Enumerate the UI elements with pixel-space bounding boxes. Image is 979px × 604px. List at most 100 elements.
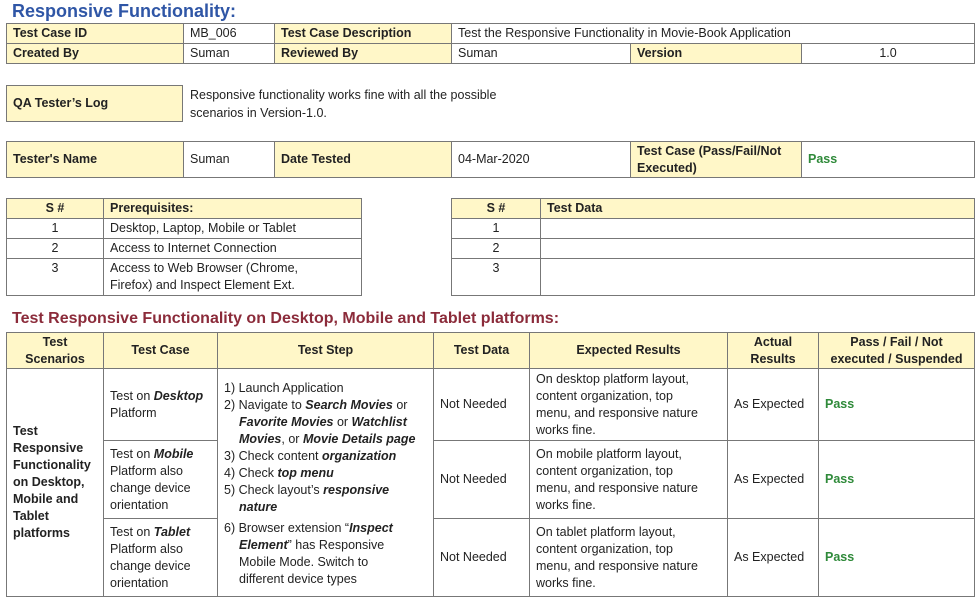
qa-log-label: QA Tester’s Log (6, 85, 183, 122)
test-step-cell: 1) Launch Application 2) Navigate to Sea… (217, 368, 434, 597)
col-test-step-header: Test Step (217, 332, 434, 369)
tester-table: Tester's Name Suman Date Tested 04-Mar-2… (6, 141, 975, 178)
step-line: Mobile Mode. Switch to (239, 554, 369, 569)
step-emph: top menu (277, 465, 334, 480)
step-emph: Element (239, 537, 288, 552)
test-data-value (540, 218, 975, 239)
expected-line: works fine. (536, 422, 596, 437)
test-case-text: Test on (110, 524, 154, 539)
section-title: Test Responsive Functionality on Desktop… (12, 310, 560, 327)
header-line: Results (750, 351, 796, 366)
created-by-label: Created By (6, 43, 184, 64)
test-data-sn: 3 (451, 258, 541, 296)
status-cell: Pass (818, 440, 975, 519)
expected-line: content organization, top (536, 388, 673, 403)
expected-line: On mobile platform layout, (536, 446, 682, 461)
step-emph: Watchlist (351, 414, 407, 429)
test-data-sn: 2 (451, 238, 541, 259)
qa-log-text: Responsive functionality works fine with… (190, 86, 496, 122)
qa-log-line-1: Responsive functionality works fine with… (190, 88, 497, 102)
result-value: Pass (801, 141, 975, 178)
col-test-case-header: Test Case (103, 332, 218, 369)
scenario-line: Responsive (13, 441, 84, 455)
prereq-item: Desktop, Laptop, Mobile or Tablet (103, 218, 362, 239)
step-emph: Movie Details page (302, 431, 416, 446)
expected-line: works fine. (536, 575, 596, 590)
col-actual-header: Actual Results (727, 332, 819, 369)
step-line: Movies, or Movie Details page (224, 431, 427, 448)
actual-cell: As Expected (727, 368, 819, 441)
expected-cell: On mobile platform layout, content organ… (529, 440, 728, 519)
expected-line: menu, and responsive nature (536, 405, 698, 420)
step-text: , or (281, 431, 303, 446)
test-case-cell: Test on Tablet Platform also change devi… (103, 518, 218, 597)
step-text: ” has Responsive (287, 537, 385, 552)
test-case-cell: Test on Mobile Platform also change devi… (103, 440, 218, 519)
status-cell: Pass (818, 368, 975, 441)
tester-name-value: Suman (183, 141, 275, 178)
table-row: Test on Tablet Platform also change devi… (7, 518, 975, 597)
scenario-cell: Test Responsive Functionality on Desktop… (6, 368, 104, 597)
step-emph: Movies (239, 431, 282, 446)
step-line: nature (224, 499, 427, 516)
table-row: Test Responsive Functionality on Desktop… (6, 368, 975, 597)
test-data-name-header: Test Data (540, 198, 975, 219)
step-text: 5) Check layout’s (224, 482, 324, 497)
expected-line: works fine. (536, 497, 596, 512)
step-line: different device types (239, 571, 357, 586)
expected-line: On tablet platform layout, (536, 524, 676, 539)
actual-cell: As Expected (727, 518, 819, 597)
step-text: 2) Navigate to (224, 397, 306, 412)
expected-line: menu, and responsive nature (536, 558, 698, 573)
test-case-text: change device (110, 558, 191, 573)
col-expected-header: Expected Results (529, 332, 728, 369)
page-title: Responsive Functionality: (12, 1, 237, 21)
prereq-item: Access to Internet Connection (103, 238, 362, 259)
test-data-value (540, 258, 975, 296)
test-case-cell: Test on Desktop Platform (103, 368, 218, 441)
actual-cell: As Expected (727, 440, 819, 519)
test-data-value (540, 238, 975, 259)
step-text: 4) Check (224, 465, 278, 480)
step-line: 5) Check layout’s responsive (224, 482, 427, 499)
prereq-item-line-1: Access to Web Browser (Chrome, (110, 261, 299, 275)
scenario-line: on Desktop, (13, 475, 85, 489)
prereq-item-line-2: Firefox) and Inspect Element Ext. (110, 278, 295, 292)
result-label: Test Case (Pass/Fail/Not Executed) (630, 141, 802, 178)
test-steps-table: Test Scenarios Test Case Test Step Test … (6, 332, 975, 597)
header-line: executed / Suspended (830, 351, 963, 366)
step-line: 6) Browser extension “Inspect (224, 520, 427, 537)
scenario-line: Tablet (13, 509, 49, 523)
col-test-data-header: Test Data (433, 332, 530, 369)
test-case-text: change device (110, 480, 191, 495)
step-line: 4) Check top menu (224, 465, 427, 482)
table-row: Test on Mobile Platform also change devi… (7, 440, 975, 519)
col-status-header: Pass / Fail / Not executed / Suspended (818, 332, 975, 369)
scenario-line: Functionality (13, 458, 91, 472)
expected-line: menu, and responsive nature (536, 480, 698, 495)
expected-cell: On desktop platform layout, content orga… (529, 368, 728, 441)
expected-line: content organization, top (536, 541, 673, 556)
date-tested-label: Date Tested (274, 141, 452, 178)
test-case-text: orientation (110, 575, 169, 590)
status-cell: Pass (818, 518, 975, 597)
qa-log-table: QA Tester’s Log (6, 85, 183, 122)
reviewed-by-label: Reviewed By (274, 43, 452, 64)
test-case-platform: Tablet (153, 524, 191, 539)
step-line: Element” has Responsive (224, 537, 427, 554)
scenario-line: Test (13, 424, 38, 438)
result-label-line-2: Executed) (637, 160, 697, 175)
step-line: Favorite Movies or Watchlist (224, 414, 427, 431)
prereq-sn-header: S # (6, 198, 104, 219)
description-value: Test the Responsive Functionality in Mov… (450, 23, 976, 44)
prereq-sn: 2 (6, 238, 104, 259)
step-line: 3) Check content organization (224, 448, 427, 465)
prereq-item: Access to Web Browser (Chrome, Firefox) … (103, 258, 362, 296)
step-emph: Inspect (349, 520, 393, 535)
step-line: 2) Navigate to Search Movies or (224, 397, 427, 414)
version-label: Version (630, 43, 802, 64)
reviewed-by-value: Suman (451, 43, 631, 64)
header-line: Scenarios (25, 351, 85, 366)
test-case-text: orientation (110, 497, 169, 512)
test-case-text: Platform also (110, 541, 183, 556)
